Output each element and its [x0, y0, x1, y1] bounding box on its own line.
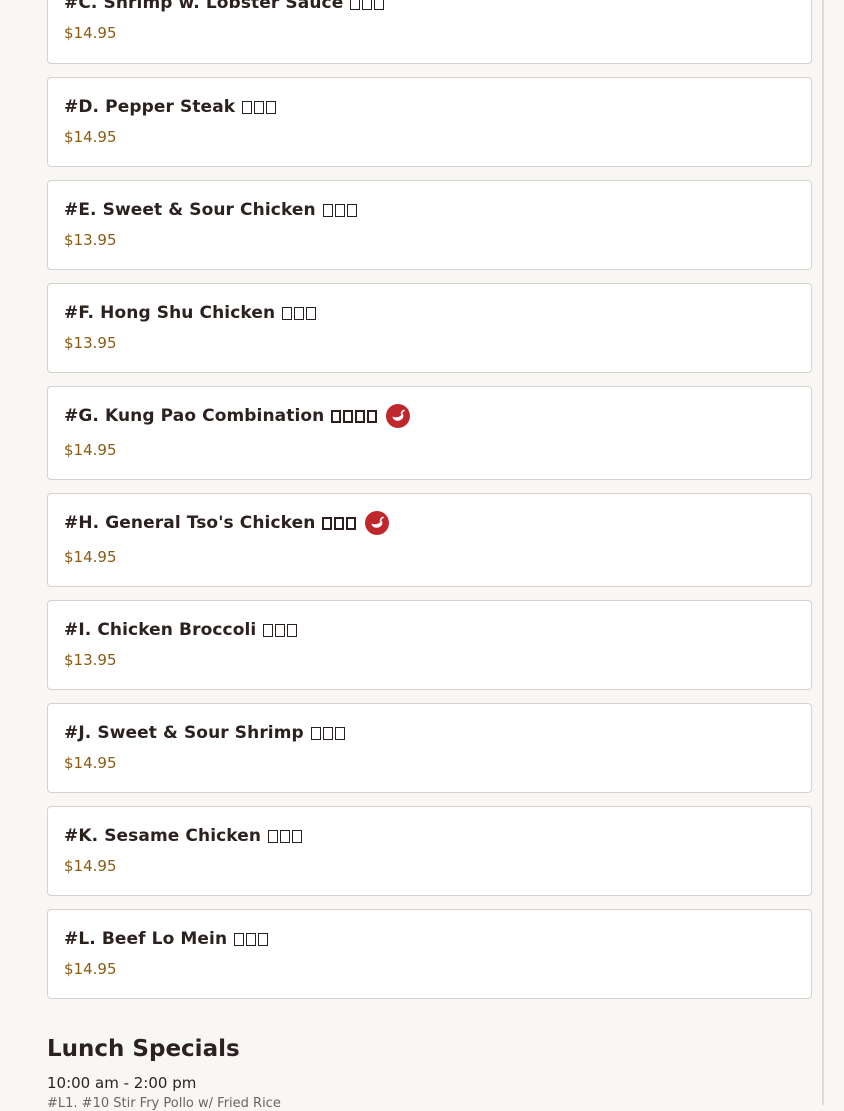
menu-item-card[interactable]: #K. Sesame Chicken $14.95 — [47, 806, 812, 896]
menu-item-name: #H. General Tso's Chicken — [64, 513, 316, 533]
menu-item-card[interactable]: #G. Kung Pao Combination $14.95 — [47, 386, 812, 480]
menu-item-title-row: #L. Beef Lo Mein — [64, 926, 795, 952]
chili-pepper-icon — [386, 404, 411, 428]
menu-item-title-row: #E. Sweet & Sour Chicken — [64, 197, 795, 223]
chinese-name-glyphs — [350, 0, 385, 10]
menu-item-title-row: #H. General Tso's Chicken — [64, 510, 795, 536]
chili-pepper-icon — [365, 511, 390, 535]
menu-item-title-row: #J. Sweet & Sour Shrimp — [64, 720, 795, 746]
menu-item-price: $14.95 — [64, 128, 117, 146]
chinese-name-glyphs — [234, 932, 269, 946]
page-edge-divider — [822, 0, 824, 1105]
menu-item-title-row: #I. Chicken Broccoli — [64, 617, 795, 643]
chinese-name-glyphs — [268, 829, 303, 843]
menu-item-title-row: #G. Kung Pao Combination — [64, 403, 795, 429]
chinese-name-glyphs — [322, 203, 357, 217]
menu-item-title-row: #D. Pepper Steak — [64, 94, 795, 120]
menu-item-price: $14.95 — [64, 24, 117, 42]
menu-item-title-row: #F. Hong Shu Chicken — [64, 300, 795, 326]
menu-item-card[interactable]: #I. Chicken Broccoli $13.95 — [47, 600, 812, 690]
lunch-specials-section: Lunch Specials 10:00 am - 2:00 pm #L1. #… — [47, 1036, 281, 1111]
menu-item-price: $13.95 — [64, 334, 117, 352]
menu-item-card[interactable]: #H. General Tso's Chicken $14.95 — [47, 493, 812, 587]
menu-item-name: #F. Hong Shu Chicken — [64, 303, 276, 323]
chinese-name-glyphs — [322, 516, 357, 530]
chinese-name-glyphs — [310, 726, 345, 740]
menu-item-name: #K. Sesame Chicken — [64, 826, 262, 846]
menu-item-card[interactable]: #L. Beef Lo Mein $14.95 — [47, 909, 812, 999]
menu-item-price: $14.95 — [64, 857, 117, 875]
menu-item-name: #J. Sweet & Sour Shrimp — [64, 723, 304, 743]
menu-item-name: #D. Pepper Steak — [64, 97, 236, 117]
section-hours: 10:00 am - 2:00 pm — [47, 1074, 197, 1092]
section-title: Lunch Specials — [47, 1036, 240, 1062]
menu-item-card[interactable]: #J. Sweet & Sour Shrimp $14.95 — [47, 703, 812, 793]
chinese-name-glyphs — [282, 306, 317, 320]
menu-item-price: $13.95 — [64, 651, 117, 669]
menu-item-name: #L. Beef Lo Mein — [64, 929, 228, 949]
menu-item-price: $14.95 — [64, 548, 117, 566]
menu-item-price: $14.95 — [64, 960, 117, 978]
menu-item-name: #E. Sweet & Sour Chicken — [64, 200, 316, 220]
menu-item-title-row: #K. Sesame Chicken — [64, 823, 795, 849]
chinese-name-glyphs — [331, 409, 378, 423]
menu-item-title-row: #C. Shrimp w. Lobster Sauce — [64, 0, 795, 16]
menu-item-card[interactable]: #C. Shrimp w. Lobster Sauce $14.95 — [47, 0, 812, 64]
menu-item-name: #C. Shrimp w. Lobster Sauce — [64, 0, 344, 13]
menu-item-card[interactable]: #D. Pepper Steak $14.95 — [47, 77, 812, 167]
menu-item-card[interactable]: #F. Hong Shu Chicken $13.95 — [47, 283, 812, 373]
menu-item-price: $13.95 — [64, 231, 117, 249]
menu-item-price: $14.95 — [64, 754, 117, 772]
menu-item-name: #I. Chicken Broccoli — [64, 620, 257, 640]
menu-item-card[interactable]: #E. Sweet & Sour Chicken $13.95 — [47, 180, 812, 270]
menu-item-price: $14.95 — [64, 441, 117, 459]
section-description: #L1. #10 Stir Fry Pollo w/ Fried Rice — [47, 1096, 281, 1111]
chinese-name-glyphs — [242, 100, 277, 114]
menu-item-name: #G. Kung Pao Combination — [64, 406, 325, 426]
menu-item-list: #C. Shrimp w. Lobster Sauce $14.95 #D. P… — [47, 0, 812, 1012]
chinese-name-glyphs — [263, 623, 298, 637]
